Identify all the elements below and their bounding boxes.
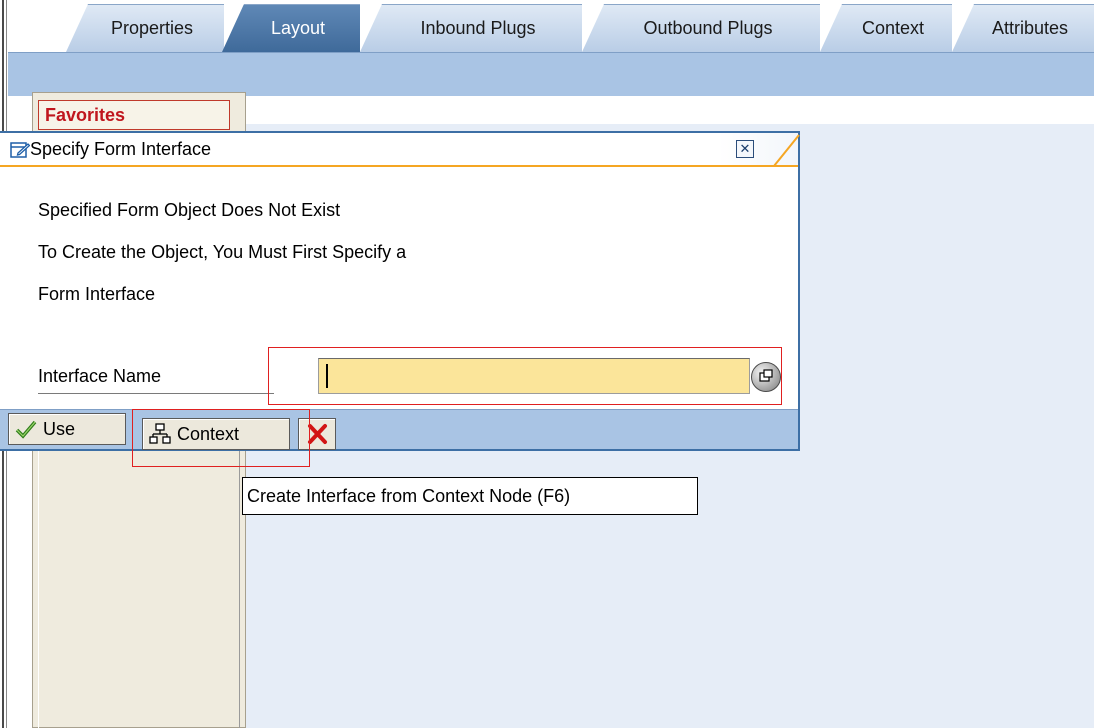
dialog-title: Specify Form Interface	[30, 139, 212, 159]
layout-canvas-header	[244, 96, 1094, 124]
tab-label: Outbound Plugs	[643, 18, 773, 38]
tab-label: Inbound Plugs	[420, 18, 536, 38]
tab-properties[interactable]: Properties	[66, 4, 224, 52]
tab-subbar	[8, 52, 1094, 96]
dialog-edit-icon	[10, 142, 30, 158]
close-icon[interactable]: ✕	[736, 140, 754, 158]
tab-label: Context	[861, 18, 925, 38]
dialog-message-line-3: Form Interface	[38, 284, 156, 304]
highlight-frame-context-button	[132, 409, 310, 467]
dialog-message-line-1: Specified Form Object Does Not Exist	[38, 200, 341, 220]
tab-label: Properties	[110, 18, 194, 38]
tab-strip: Properties Layout Inbound Plugs Outbound…	[8, 0, 1094, 54]
highlight-frame-input	[268, 347, 782, 405]
tab-label: Attributes	[991, 18, 1069, 38]
dialog-message-line-2: To Create the Object, You Must First Spe…	[38, 242, 407, 262]
tab-inbound-plugs[interactable]: Inbound Plugs	[360, 4, 582, 52]
tab-attributes[interactable]: Attributes	[952, 4, 1094, 52]
context-button-tooltip: Create Interface from Context Node (F6)	[242, 477, 698, 515]
dialog-title-corner	[773, 134, 800, 167]
use-button-label: Use	[43, 418, 76, 439]
tab-outbound-plugs[interactable]: Outbound Plugs	[582, 4, 820, 52]
favorites-tab[interactable]: Favorites	[38, 100, 230, 130]
favorites-panel-inner	[38, 440, 240, 728]
checkmark-icon	[15, 420, 37, 439]
tab-layout[interactable]: Layout	[222, 4, 360, 52]
tab-context[interactable]: Context	[820, 4, 952, 52]
use-button[interactable]: Use	[8, 413, 126, 445]
interface-name-label: Interface Name	[38, 366, 274, 394]
tab-label: Layout	[270, 18, 326, 38]
